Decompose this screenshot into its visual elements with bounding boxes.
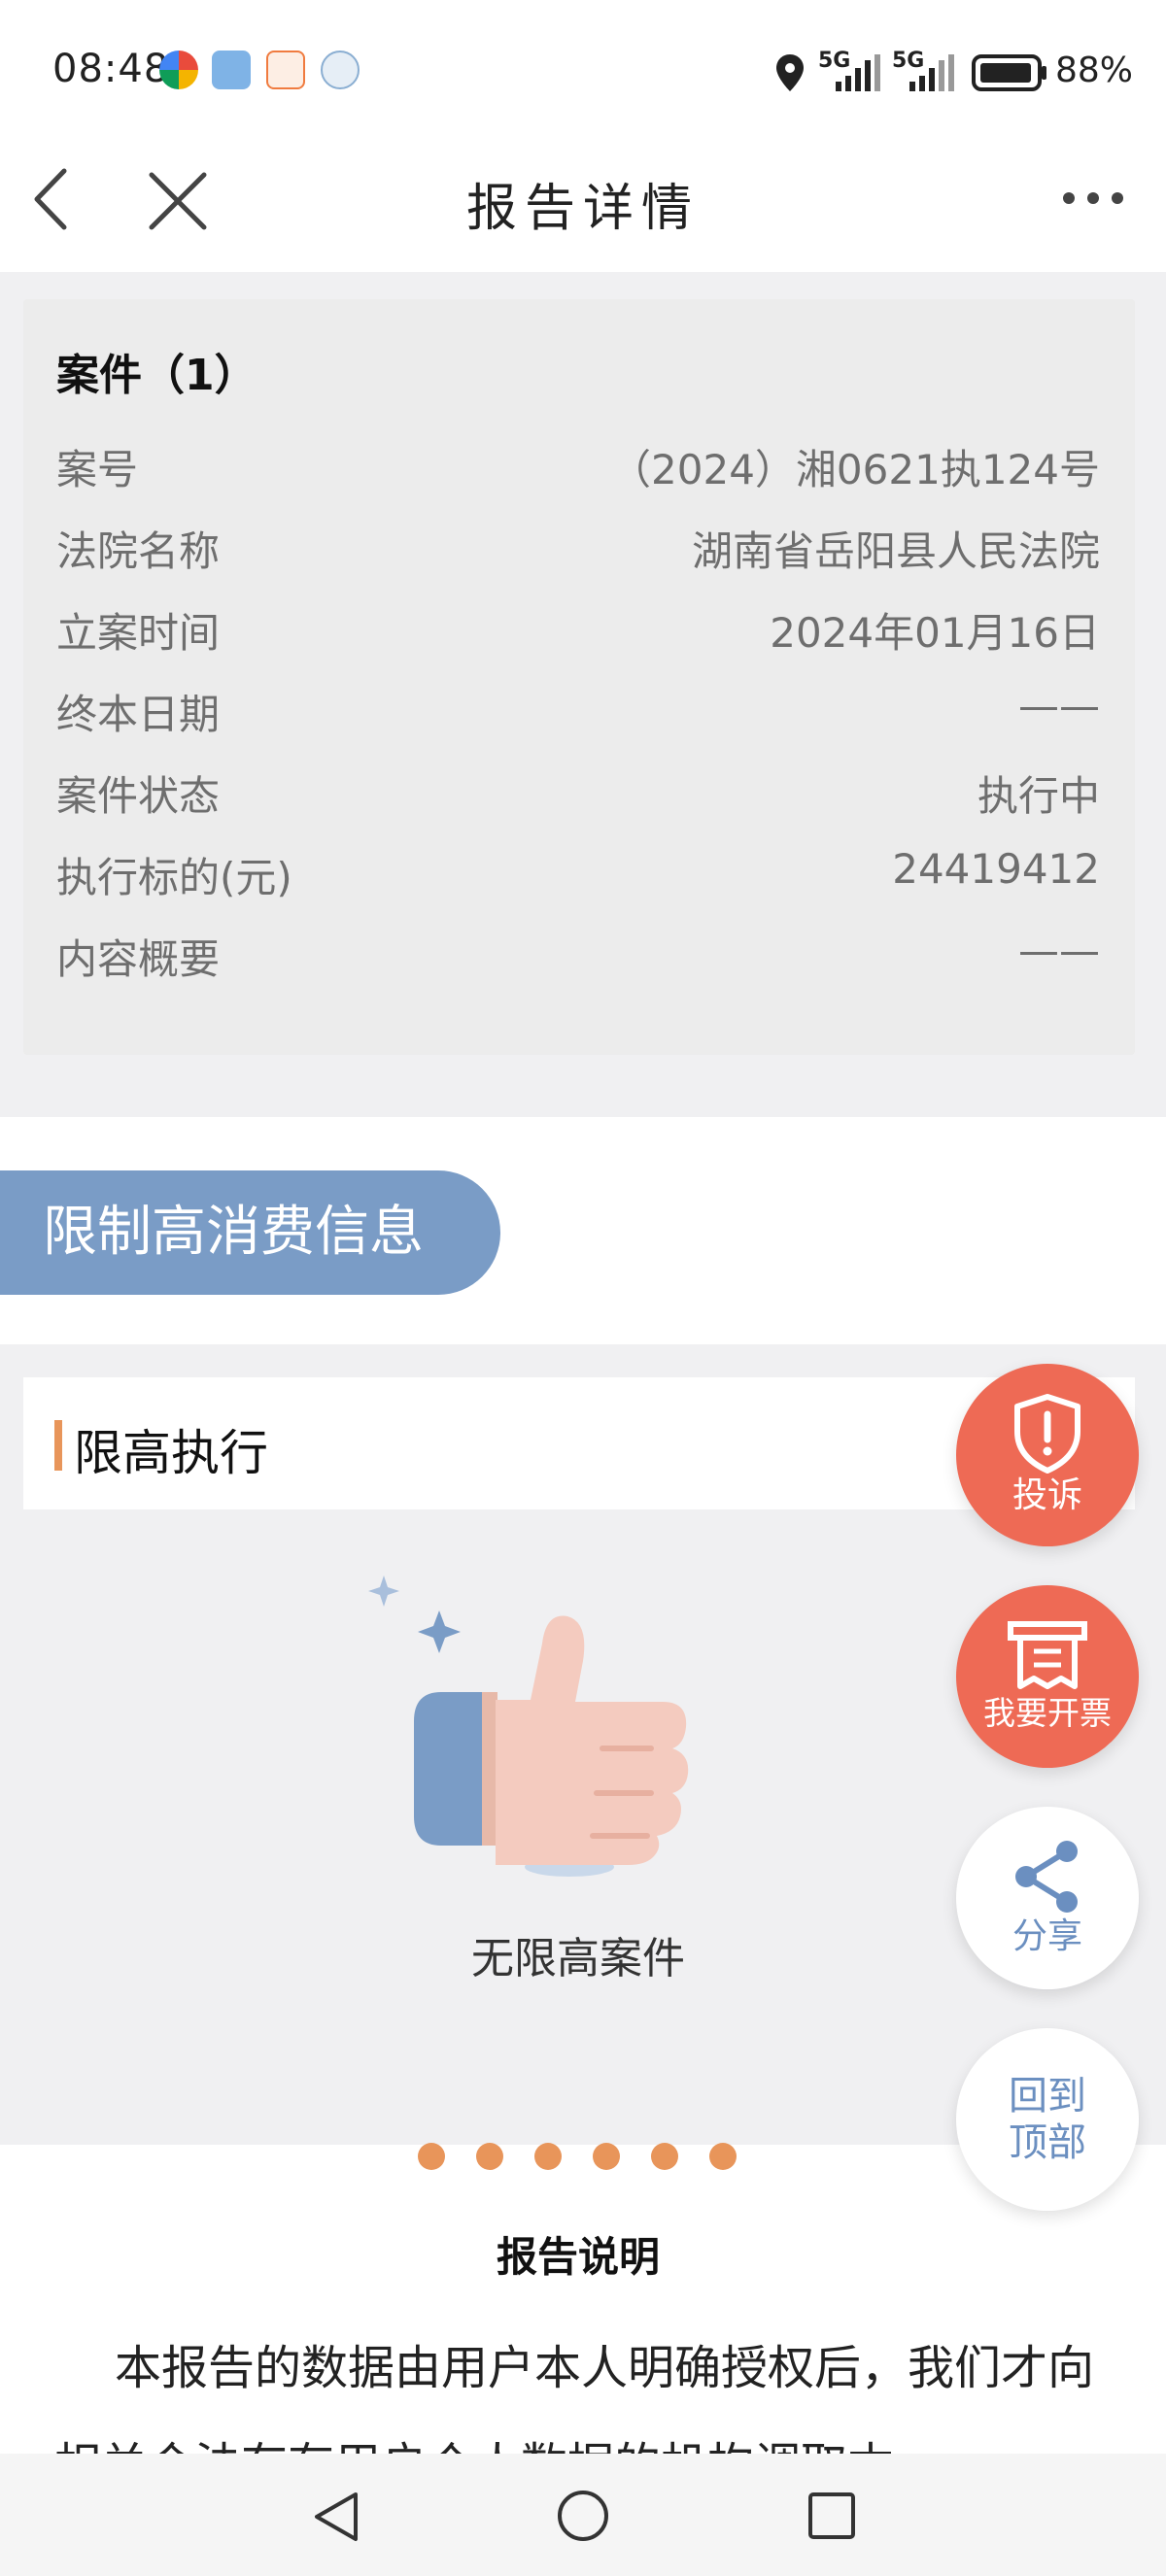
share-icon: [1015, 1841, 1078, 1913]
back-arrow-icon[interactable]: [27, 165, 76, 233]
section-accent-bar: [54, 1420, 62, 1471]
execution-amount-label: 执行标的(元): [56, 854, 292, 901]
filing-date-value: 2024年01月16日: [770, 609, 1100, 657]
back-to-top-button[interactable]: 回到 顶部: [956, 2028, 1139, 2211]
status-time: 08:48: [52, 47, 170, 91]
case-status-label: 案件状态: [56, 772, 221, 820]
invoice-icon: [1008, 1621, 1087, 1689]
back-to-top-label-2: 顶部: [1009, 2120, 1086, 2165]
page-indicator-dot: [418, 2143, 445, 2170]
thumbs-up-illustration: [368, 1576, 689, 1877]
page-indicator-dot: [709, 2143, 737, 2170]
court-name-value: 湖南省岳阳县人民法院: [691, 527, 1100, 575]
nav-home-icon[interactable]: [556, 2489, 610, 2543]
complaint-button[interactable]: 投诉: [956, 1364, 1139, 1546]
status-bar: 08:48 5G 5G 88%: [0, 0, 1166, 146]
execution-amount-value: 24419412: [892, 845, 1100, 893]
nav-recents-icon[interactable]: [806, 2491, 857, 2541]
location-icon: [776, 54, 804, 91]
case-number-label: 案号: [56, 446, 139, 493]
system-navigation-bar: [0, 2454, 1166, 2576]
battery-icon: [972, 54, 1046, 91]
app-notification-icon-2: [266, 51, 305, 89]
nav-bar: 报告详情: [0, 146, 1166, 272]
nav-back-icon[interactable]: [309, 2489, 361, 2545]
report-description-title: 报告说明: [496, 2233, 660, 2281]
page-indicator-dot: [476, 2143, 503, 2170]
content-summary-value: ——: [1018, 927, 1100, 974]
case-status-value: 执行中: [977, 772, 1100, 820]
more-options-icon[interactable]: [1061, 190, 1125, 206]
court-name-label: 法院名称: [56, 527, 221, 575]
battery-percent: 88%: [1055, 51, 1134, 90]
app-notification-icon-3: [321, 51, 360, 89]
share-label: 分享: [1012, 1916, 1082, 1956]
case-number-value: （2024）湘0621执124号: [610, 446, 1100, 493]
termination-date-value: ——: [1018, 682, 1100, 729]
complaint-label: 投诉: [1012, 1475, 1082, 1515]
invoice-label: 我要开票: [983, 1694, 1112, 1732]
restriction-section-tag: 限制高消费信息: [0, 1170, 500, 1295]
weather-notification-icon: [212, 51, 251, 89]
back-to-top-label-1: 回到: [1009, 2074, 1086, 2118]
page-indicator-dot: [593, 2143, 620, 2170]
signal-bars-icon-2: [909, 54, 954, 91]
case-title: 案件（1）: [56, 351, 257, 400]
shield-alert-icon: [1014, 1394, 1080, 1474]
app-notification-icon-1: [159, 51, 198, 89]
share-button[interactable]: 分享: [956, 1807, 1139, 1989]
termination-date-label: 终本日期: [56, 691, 221, 738]
close-icon[interactable]: [146, 169, 210, 233]
filing-date-label: 立案时间: [56, 609, 221, 657]
restriction-header-title: 限高执行: [74, 1425, 268, 1481]
content-summary-label: 内容概要: [56, 935, 221, 983]
page-indicator-dot: [651, 2143, 678, 2170]
signal-bars-icon-1: [836, 54, 880, 91]
invoice-button[interactable]: 我要开票: [956, 1585, 1139, 1768]
page-indicator-dot: [534, 2143, 562, 2170]
